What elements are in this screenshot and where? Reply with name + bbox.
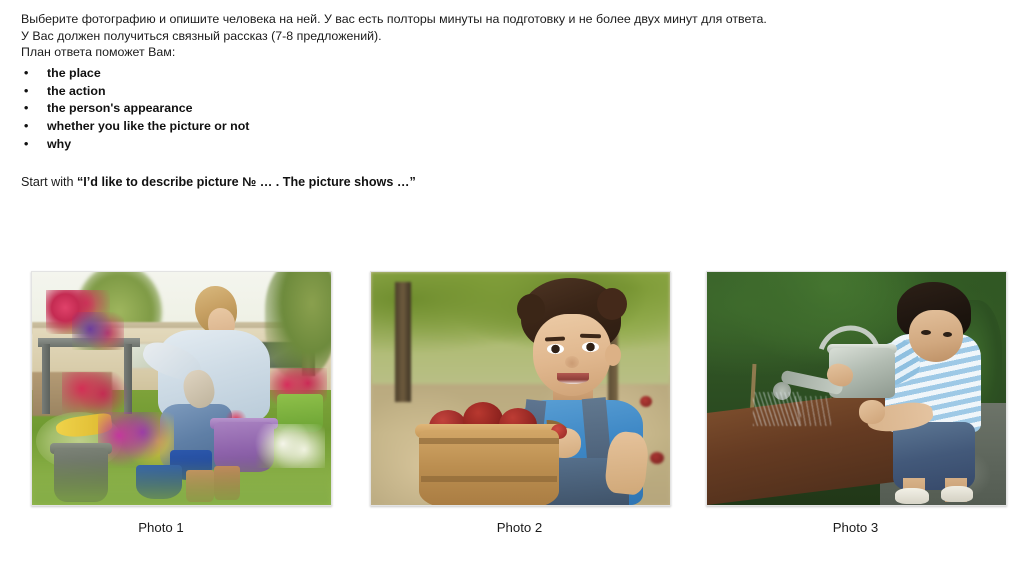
plan-item-label: the place — [47, 65, 101, 80]
instruction-line-2: У Вас должен получиться связный рассказ … — [21, 28, 382, 43]
photo-3-image — [707, 272, 1006, 505]
boy-eye-left — [547, 344, 564, 354]
boy-nose — [565, 356, 579, 368]
basket-band-lower — [421, 476, 557, 482]
photo-2-image — [371, 272, 670, 505]
plan-item-the-place: • the place — [21, 65, 921, 83]
boy-hair-curl-left — [517, 294, 545, 324]
photo-row — [0, 271, 1024, 506]
boy-shoe-right — [941, 486, 973, 502]
plan-item-the-persons-appearance: • the person's appearance — [21, 100, 921, 118]
caption-photo-3: Photo 3 — [832, 520, 879, 535]
boy-smile — [557, 373, 589, 384]
caption-photo-1: Photo 1 — [138, 520, 184, 535]
bullet-icon: • — [24, 65, 29, 80]
tree-trunk-left — [395, 282, 411, 402]
bullet-icon: • — [24, 101, 29, 116]
photo-2[interactable] — [370, 271, 671, 506]
instruction-line-1: Выберите фотографию и опишите человека н… — [21, 12, 767, 26]
boy-hair-curl-right — [597, 288, 627, 320]
flowers-purple-top — [72, 312, 124, 350]
bullet-icon: • — [24, 83, 29, 98]
answer-plan-list: • the place • the action • the person's … — [21, 65, 921, 154]
start-with-line: Start with “I’d like to describe picture… — [21, 174, 416, 190]
boy-eyebrow-right — [579, 333, 602, 339]
plan-item-the-action: • the action — [21, 83, 921, 101]
boy-eye-right — [943, 332, 952, 337]
boy-eye-left — [921, 330, 931, 335]
boy-face — [909, 310, 963, 362]
potting-bench-leg-left — [42, 344, 50, 414]
boy-ear — [605, 344, 621, 366]
fallen-apple-2 — [650, 452, 664, 464]
plan-item-label: whether you like the picture or not — [47, 119, 250, 134]
plan-item-label: why — [47, 136, 72, 151]
instructions-block: Выберите фотографию и опишите человека н… — [21, 11, 921, 154]
plan-item-label: the action — [47, 83, 106, 98]
bullet-icon: • — [24, 119, 29, 134]
photo-1-image — [32, 272, 331, 505]
photo-captions: Photo 1 Photo 2 Photo 3 — [0, 519, 1024, 541]
photo-3[interactable] — [706, 271, 1007, 506]
tree-foliage-right — [265, 272, 331, 380]
water-stream — [753, 392, 801, 426]
start-with-prefix: Start with — [21, 175, 77, 189]
boy-shoe-left — [895, 488, 929, 504]
foreground-grass-blur — [32, 459, 331, 505]
water-stream-secondary — [795, 396, 831, 426]
basket-band-upper — [419, 438, 559, 444]
boy-hand-on-can — [859, 400, 885, 424]
photo-1[interactable] — [31, 271, 332, 506]
boy-eye-right — [582, 342, 599, 352]
plan-item-label: the person's appearance — [47, 101, 193, 116]
instruction-line-3: План ответа поможет Вам: — [21, 45, 176, 60]
start-with-quote: “I’d like to describe picture № … . The … — [77, 175, 416, 189]
plan-item-why: • why — [21, 136, 921, 154]
fallen-apple-1 — [640, 396, 652, 407]
caption-photo-2: Photo 2 — [496, 520, 543, 535]
plan-item-whether-you-like-the-picture: • whether you like the picture or not — [21, 118, 921, 136]
tree-canopy — [371, 272, 670, 384]
bullet-icon: • — [24, 136, 29, 151]
